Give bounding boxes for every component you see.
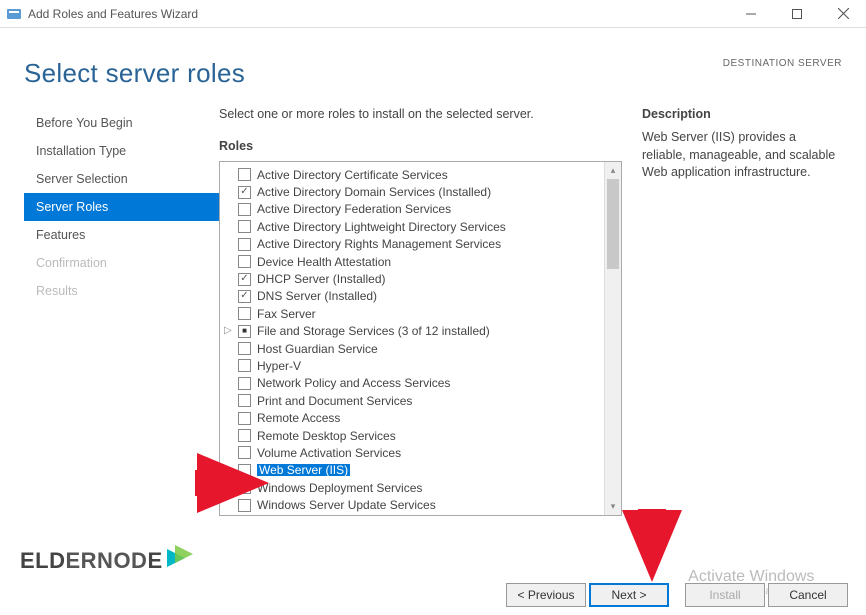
role-checkbox[interactable] <box>238 394 251 407</box>
role-label: Hyper-V <box>257 360 301 372</box>
app-icon <box>6 6 22 22</box>
role-checkbox[interactable] <box>238 377 251 390</box>
role-item[interactable]: Network Policy and Access Services <box>222 375 602 392</box>
role-item[interactable]: Device Health Attestation <box>222 253 602 270</box>
role-item[interactable]: DHCP Server (Installed) <box>222 270 602 287</box>
step-results: Results <box>24 277 219 305</box>
role-item[interactable]: Active Directory Rights Management Servi… <box>222 236 602 253</box>
eldernode-logo: ELDERNODE <box>20 545 195 577</box>
role-item[interactable]: Remote Access <box>222 409 602 426</box>
role-label: Windows Deployment Services <box>257 482 422 494</box>
role-label: Print and Document Services <box>257 395 412 407</box>
role-label: DHCP Server (Installed) <box>257 273 385 285</box>
step-features[interactable]: Features <box>24 221 219 249</box>
window-title: Add Roles and Features Wizard <box>28 7 728 21</box>
role-label: Network Policy and Access Services <box>257 377 450 389</box>
description-label: Description <box>642 107 842 121</box>
close-button[interactable] <box>820 0 866 28</box>
page-title: Select server roles <box>24 58 245 89</box>
role-item[interactable]: ▷ File and Storage Services (3 of 12 inst… <box>222 323 602 340</box>
step-confirmation: Confirmation <box>24 249 219 277</box>
role-item[interactable]: Active Directory Certificate Services <box>222 166 602 183</box>
step-server-selection[interactable]: Server Selection <box>24 165 219 193</box>
role-checkbox[interactable] <box>238 220 251 233</box>
description-text: Web Server (IIS) provides a reliable, ma… <box>642 129 842 182</box>
wizard-steps-sidebar: Before You Begin Installation Type Serve… <box>24 109 219 516</box>
next-button[interactable]: Next > <box>589 583 669 607</box>
role-checkbox[interactable] <box>238 429 251 442</box>
role-item[interactable]: Hyper-V <box>222 357 602 374</box>
wizard-header: Select server roles DESTINATION SERVER <box>0 28 866 107</box>
role-label: Volume Activation Services <box>257 447 401 459</box>
role-checkbox[interactable] <box>238 342 251 355</box>
role-checkbox[interactable] <box>238 325 251 338</box>
role-label: Active Directory Certificate Services <box>257 169 448 181</box>
role-checkbox[interactable] <box>238 238 251 251</box>
role-item[interactable]: Volume Activation Services <box>222 444 602 461</box>
role-checkbox[interactable] <box>238 499 251 512</box>
role-item[interactable]: DNS Server (Installed) <box>222 288 602 305</box>
step-server-roles[interactable]: Server Roles <box>24 193 219 221</box>
role-label: Active Directory Rights Management Servi… <box>257 238 501 250</box>
scroll-down-icon[interactable]: ▾ <box>605 498 621 515</box>
scroll-up-icon[interactable]: ▴ <box>605 162 621 179</box>
role-item[interactable]: Print and Document Services <box>222 392 602 409</box>
role-label: Active Directory Domain Services (Instal… <box>257 186 491 198</box>
role-checkbox[interactable] <box>238 481 251 494</box>
role-checkbox[interactable] <box>238 412 251 425</box>
roles-scrollbar[interactable]: ▴ ▾ <box>604 162 621 515</box>
role-label: Fax Server <box>257 308 316 320</box>
role-item[interactable]: Active Directory Domain Services (Instal… <box>222 183 602 200</box>
role-item[interactable]: Host Guardian Service <box>222 340 602 357</box>
role-label: Active Directory Lightweight Directory S… <box>257 221 506 233</box>
role-label: Host Guardian Service <box>257 343 378 355</box>
role-checkbox[interactable] <box>238 273 251 286</box>
maximize-button[interactable] <box>774 0 820 28</box>
role-label: Remote Desktop Services <box>257 430 396 442</box>
role-item[interactable]: Active Directory Federation Services <box>222 201 602 218</box>
role-item[interactable]: Windows Deployment Services <box>222 479 602 496</box>
scroll-thumb[interactable] <box>607 179 619 269</box>
role-item[interactable]: Web Server (IIS) <box>222 462 602 479</box>
role-label: Remote Access <box>257 412 340 424</box>
title-bar: Add Roles and Features Wizard <box>0 0 866 28</box>
role-label: Active Directory Federation Services <box>257 203 451 215</box>
logo-triangle-icon <box>165 545 195 577</box>
role-label: Windows Server Update Services <box>257 499 436 511</box>
wizard-footer: < Previous Next > Install Cancel <box>506 583 848 607</box>
role-checkbox[interactable] <box>238 446 251 459</box>
destination-server-label: DESTINATION SERVER <box>723 58 842 69</box>
role-checkbox[interactable] <box>238 290 251 303</box>
annotation-arrow-right <box>624 508 680 583</box>
role-checkbox[interactable] <box>238 307 251 320</box>
role-item[interactable]: Fax Server <box>222 305 602 322</box>
instructions-text: Select one or more roles to install on t… <box>219 107 622 121</box>
role-checkbox[interactable] <box>238 359 251 372</box>
roles-label: Roles <box>219 139 622 153</box>
role-checkbox[interactable] <box>238 186 251 199</box>
role-label: Device Health Attestation <box>257 256 391 268</box>
step-installation-type[interactable]: Installation Type <box>24 137 219 165</box>
cancel-button[interactable]: Cancel <box>768 583 848 607</box>
step-before-you-begin[interactable]: Before You Begin <box>24 109 219 137</box>
role-item[interactable]: Active Directory Lightweight Directory S… <box>222 218 602 235</box>
role-label: Web Server (IIS) <box>257 464 350 476</box>
role-item[interactable]: Remote Desktop Services <box>222 427 602 444</box>
role-checkbox[interactable] <box>238 255 251 268</box>
role-item[interactable]: Windows Server Update Services <box>222 496 602 513</box>
minimize-button[interactable] <box>728 0 774 28</box>
expand-icon[interactable]: ▷ <box>224 326 234 336</box>
install-button: Install <box>685 583 765 607</box>
role-checkbox[interactable] <box>238 168 251 181</box>
role-label: DNS Server (Installed) <box>257 290 377 302</box>
roles-listbox: Active Directory Certificate Services Act… <box>219 161 622 516</box>
role-label: File and Storage Services (3 of 12 insta… <box>257 325 490 337</box>
role-checkbox[interactable] <box>238 203 251 216</box>
previous-button[interactable]: < Previous <box>506 583 586 607</box>
role-checkbox[interactable] <box>238 464 251 477</box>
